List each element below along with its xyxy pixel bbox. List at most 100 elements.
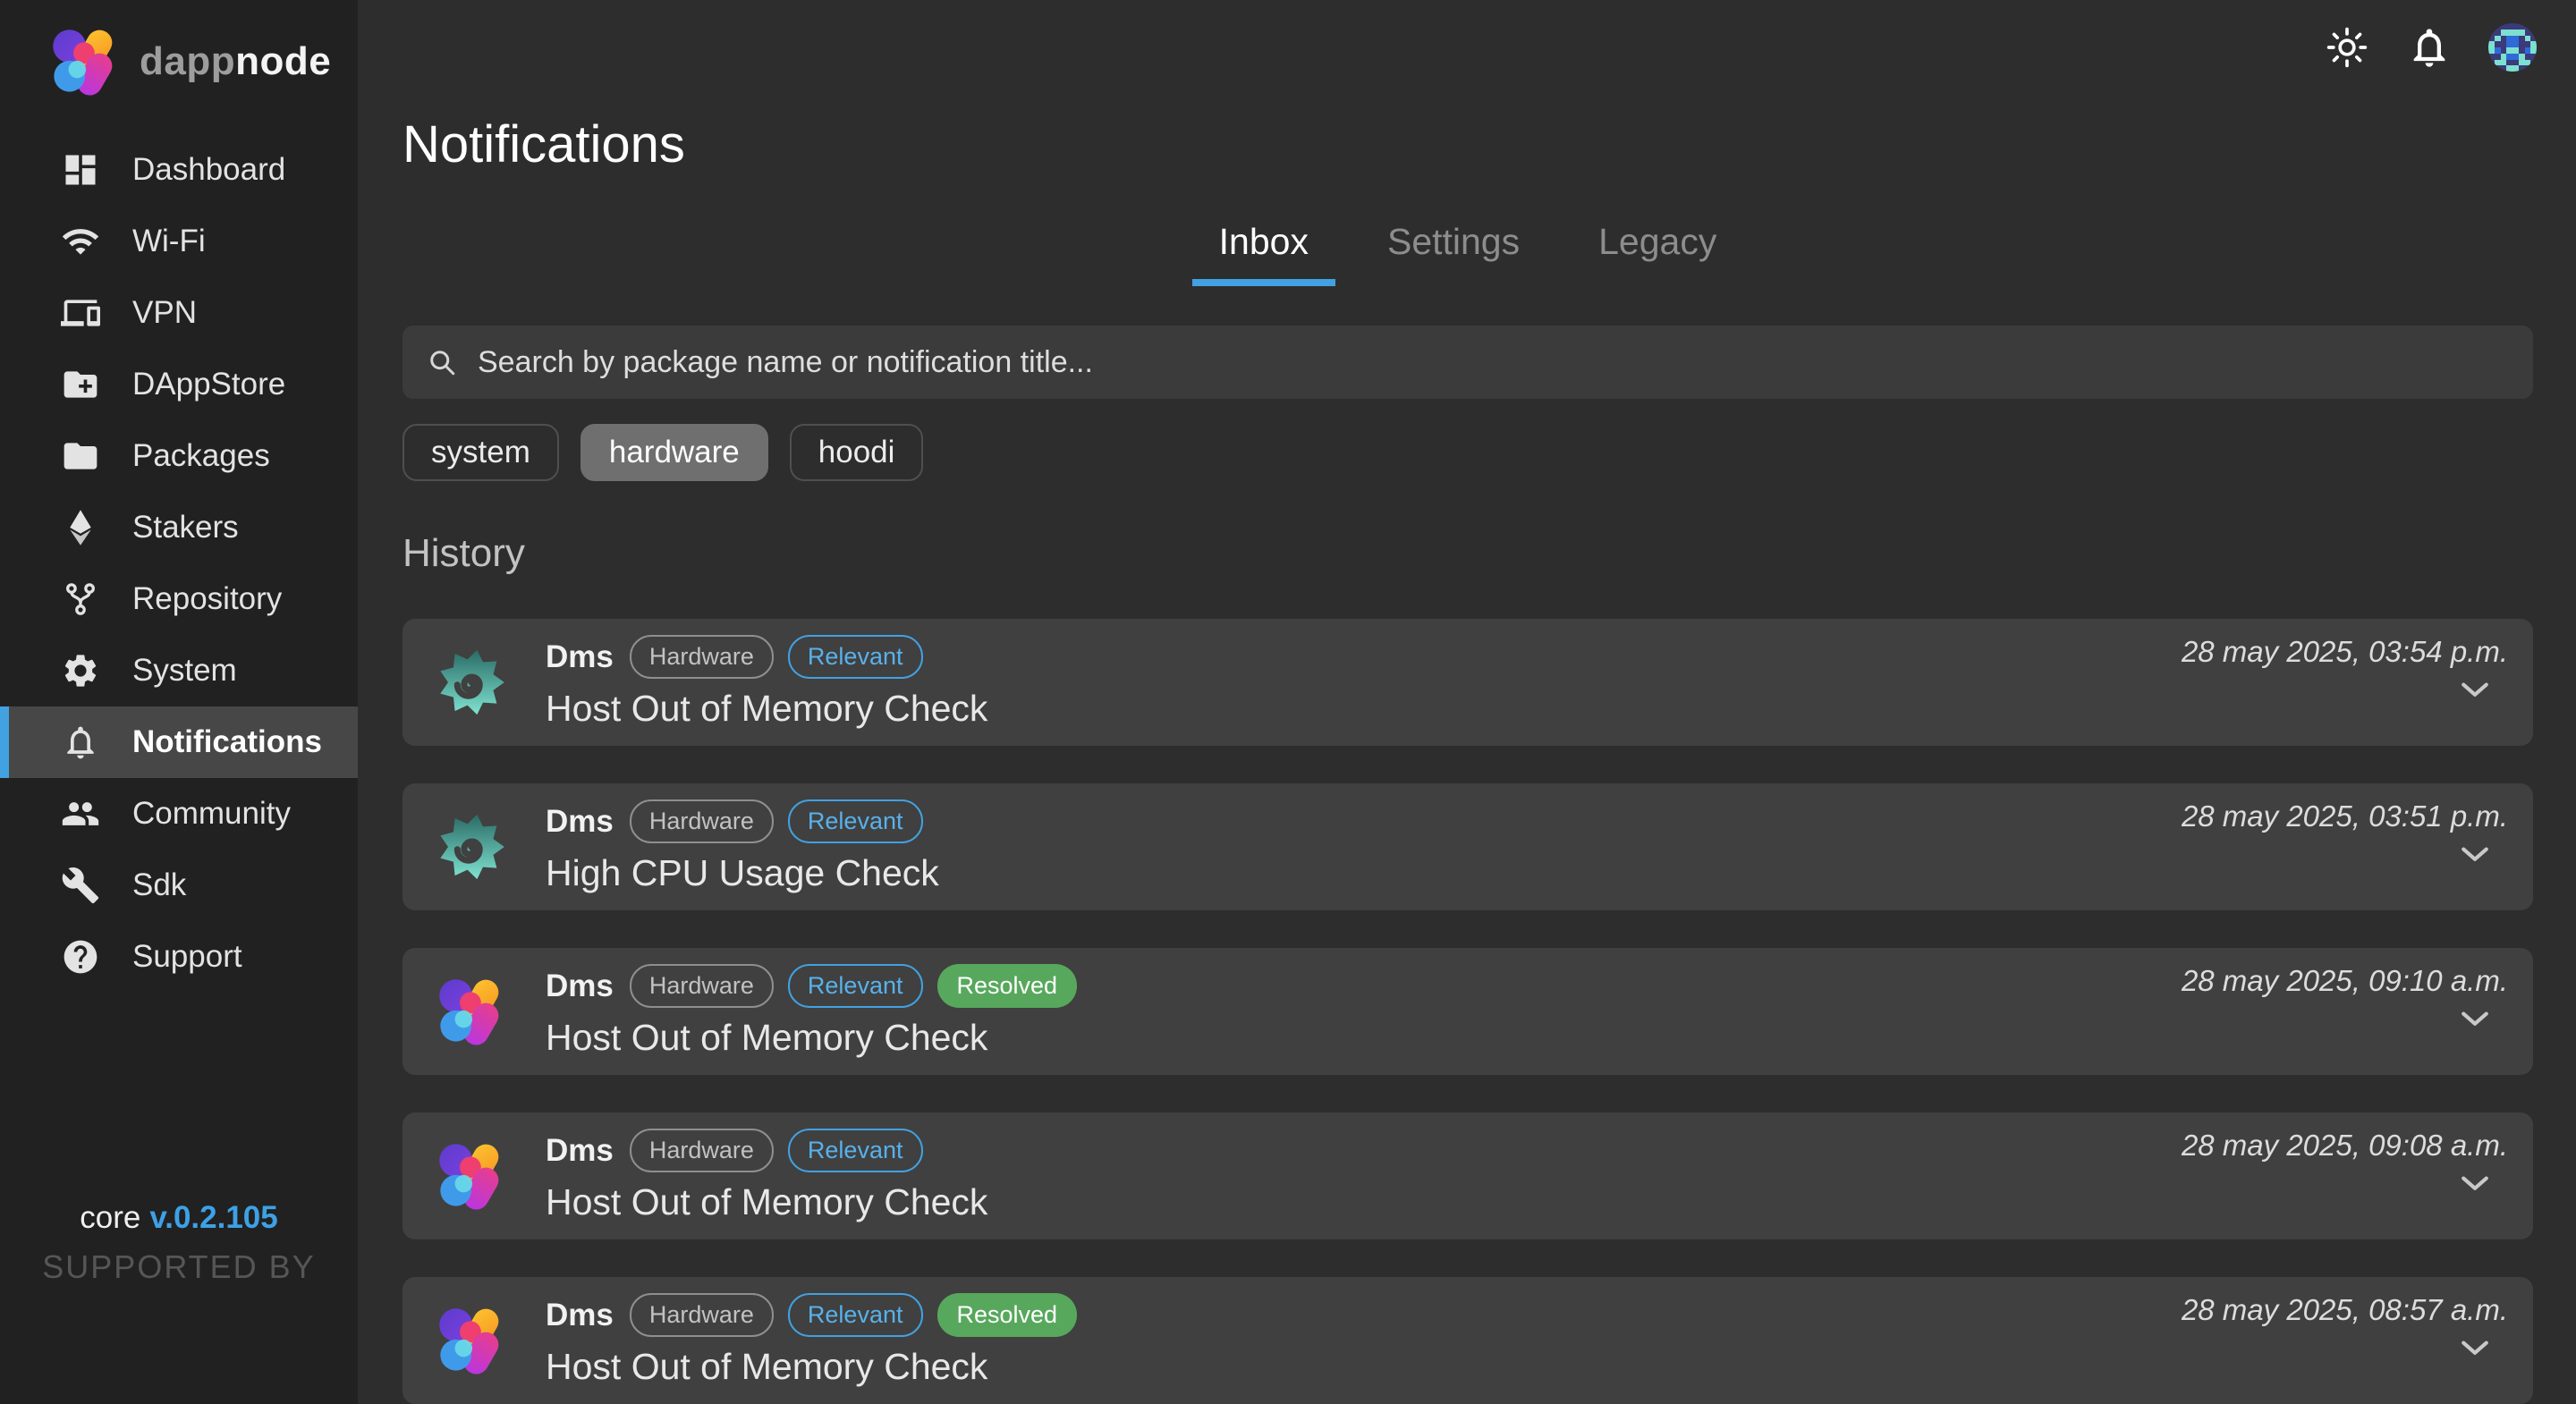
sidebar-footer: corev.0.2.105 SUPPORTED BY [0,1200,358,1388]
topbar [2324,23,2537,72]
chevron-down-icon[interactable] [2456,841,2494,869]
sidebar-item[interactable]: Sdk [0,850,358,921]
notification-timestamp: 28 may 2025, 03:54 p.m. [2182,635,2508,669]
wrench-icon [61,866,100,905]
dappnode-logo [436,1141,506,1211]
notification-title: High CPU Usage Check [546,852,939,894]
sidebar-item-label: Notifications [132,724,322,760]
bell-icon [61,723,100,762]
sun-icon[interactable] [2324,24,2370,71]
chevron-down-icon[interactable] [2456,1334,2494,1363]
sidebar-item[interactable]: Dashboard [0,134,358,206]
search-bar [402,326,2533,399]
brand-name: dappnode [140,39,331,84]
dappnode-logo [436,977,506,1046]
sidebar-item-label: Dashboard [132,152,285,188]
notification-card[interactable]: Dms HardwareRelevant Host Out of Memory … [402,619,2533,746]
help-icon [61,937,100,977]
history-heading: History [402,531,2533,576]
notification-source: Dms [546,1133,614,1169]
chevron-down-icon[interactable] [2456,676,2494,705]
supporter-logos [0,1311,358,1388]
badge-relevant: Relevant [788,1293,923,1336]
search-icon [426,346,458,378]
branch-icon [61,579,100,619]
filter-chips: system hardware hoodi [402,424,2533,481]
sidebar-item[interactable]: Wi-Fi [0,206,358,277]
main-content: Notifications Inbox Settings Legacy system… [358,0,2576,1404]
badge-relevant: Relevant [788,635,923,678]
supporter-logo[interactable] [16,1311,79,1388]
badge-resolved: Resolved [937,1293,1078,1336]
badge-hardware: Hardware [630,964,774,1007]
notification-title: Host Out of Memory Check [546,1017,1077,1059]
wifi-icon [61,222,100,261]
supporter-logo[interactable] [191,1311,254,1388]
filter-chip[interactable]: hoodi [790,424,924,481]
dappnode-logo[interactable]: dappnode [0,0,358,97]
tab[interactable]: Inbox [1192,221,1335,286]
sidebar-item[interactable]: Repository [0,563,358,635]
devices-icon [61,293,100,333]
sidebar-item[interactable]: System [0,635,358,706]
notification-source: Dms [546,1298,614,1333]
badge-group: Hardware Relevant [630,635,923,678]
page-title: Notifications [402,114,2533,174]
badge-hardware: Hardware [630,635,774,678]
badge-group: HardwareRelevant [630,799,923,842]
gear-icon [61,651,100,690]
filter-chip[interactable]: system [402,424,559,481]
dashboard-icon [61,150,100,190]
badge-relevant: Relevant [788,964,923,1007]
sidebar-item[interactable]: Community [0,778,358,850]
sidebar-item-label: Repository [132,581,282,617]
notification-card[interactable]: Dms HardwareRelevantResolved Host Out of… [402,1277,2533,1404]
bell-icon[interactable] [2406,24,2453,71]
notification-card[interactable]: Dms HardwareRelevantResolved Host Out of… [402,948,2533,1075]
dappnode-logo-icon [50,27,120,97]
notification-title: Host Out of Memory Check [546,1346,1077,1388]
supporter-logo[interactable] [104,1311,166,1388]
sidebar-item[interactable]: Notifications [0,706,358,778]
notification-timestamp: 28 may 2025, 03:51 p.m. [2182,799,2508,833]
badge-group: HardwareRelevantResolved [630,964,1077,1007]
people-icon [61,794,100,833]
tab[interactable]: Settings [1360,221,1546,286]
filter-chip[interactable]: hardware [580,424,768,481]
core-version: corev.0.2.105 [0,1200,358,1236]
notification-source: Dms [546,804,614,840]
notification-list: Dms Hardware Relevant Host Out of Memory … [402,619,2533,1404]
supporter-logo[interactable] [279,1311,342,1388]
badge-hardware: Hardware [630,1129,774,1171]
badge-group: HardwareRelevantResolved [630,1293,1077,1336]
sidebar-item[interactable]: DAppStore [0,349,358,420]
avatar[interactable] [2488,23,2537,72]
grafana-icon [436,647,506,717]
notification-timestamp: 28 may 2025, 09:10 a.m. [2182,964,2508,998]
sidebar-item-label: Stakers [132,510,239,546]
folder-plus-icon [61,365,100,404]
supported-by-label: SUPPORTED BY [0,1248,358,1286]
notification-title: Host Out of Memory Check [546,688,987,730]
notification-source: Dms [546,968,614,1004]
sidebar-item[interactable]: Packages [0,420,358,492]
sidebar-nav: Dashboard Wi-Fi VPN DAppStore Packages S… [0,134,358,993]
sidebar-item-label: Support [132,939,242,975]
search-input[interactable] [476,344,2510,381]
notification-card[interactable]: Dms HardwareRelevant High CPU Usage Chec… [402,783,2533,910]
chevron-down-icon[interactable] [2456,1005,2494,1034]
sidebar-item[interactable]: Support [0,921,358,993]
sidebar-item-label: Community [132,796,291,832]
sidebar-item-label: VPN [132,295,197,331]
sidebar-item-label: DAppStore [132,367,285,402]
chevron-down-icon[interactable] [2456,1170,2494,1198]
tab[interactable]: Legacy [1572,221,1743,286]
dappnode-logo [436,1306,506,1375]
sidebar-item[interactable]: Stakers [0,492,358,563]
sidebar-item-label: System [132,653,237,689]
sidebar-item[interactable]: VPN [0,277,358,349]
notification-timestamp: 28 may 2025, 08:57 a.m. [2182,1293,2508,1327]
grafana-icon [436,812,506,882]
sidebar-item-label: Wi-Fi [132,224,206,259]
notification-card[interactable]: Dms HardwareRelevant Host Out of Memory … [402,1112,2533,1239]
